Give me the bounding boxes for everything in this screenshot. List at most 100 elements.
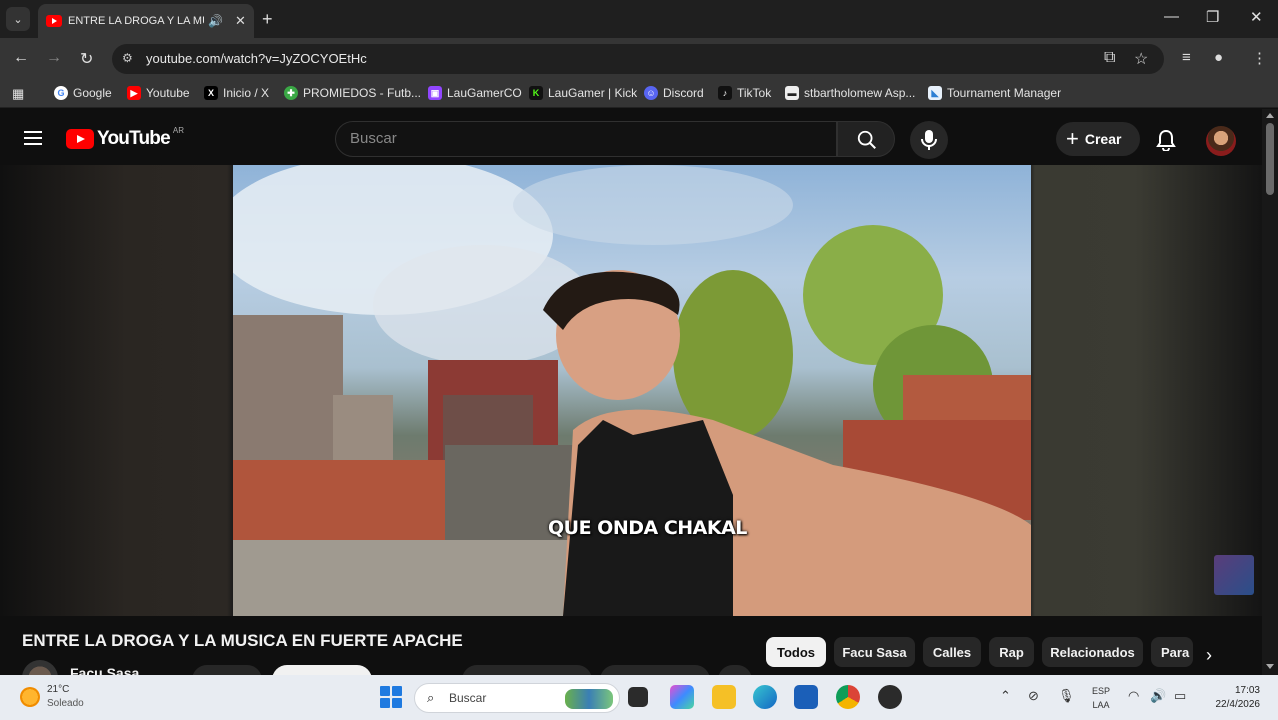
youtube-page: YouTube AR + Crear <box>0 109 1278 675</box>
battery-icon[interactable]: ▭ <box>1174 688 1186 704</box>
chip-calles[interactable]: Calles <box>923 637 981 667</box>
close-tab-icon[interactable]: ✕ <box>235 13 246 29</box>
bookmark-label: PROMIEDOS - Futb... <box>303 86 422 100</box>
chip-rap[interactable]: Rap <box>989 637 1034 667</box>
active-tab[interactable]: ENTRE LA DROGA Y LA MUSICA EN FUERTE APA… <box>38 4 254 38</box>
clock-date: 22/4/2026 <box>1215 699 1261 710</box>
like-dislike-button[interactable] <box>462 665 592 675</box>
kick-icon: K <box>529 86 543 100</box>
file-explorer-icon[interactable] <box>712 685 736 709</box>
bookmark-label: Inicio / X <box>223 86 270 100</box>
twitch-icon: ▣ <box>428 86 442 100</box>
sun-weather-icon[interactable] <box>20 687 40 707</box>
copilot-icon[interactable] <box>670 685 694 709</box>
browser-menu-icon[interactable]: ⋮ <box>1252 49 1267 67</box>
voice-search-button[interactable] <box>910 121 948 159</box>
edge-icon[interactable] <box>753 685 777 709</box>
user-avatar[interactable] <box>1206 126 1236 156</box>
audio-playing-icon[interactable]: 🔊 <box>208 14 223 28</box>
clock-time: 17:03 <box>1234 685 1260 696</box>
bookmark-star-icon[interactable]: ☆ <box>1134 49 1148 69</box>
bookmark-label: Google <box>73 86 112 100</box>
weather-temperature[interactable]: 21°C <box>47 684 69 695</box>
bookmark-label: Youtube <box>146 86 190 100</box>
share-button[interactable] <box>600 665 710 675</box>
weather-description[interactable]: Soleado <box>47 698 84 709</box>
scroll-down-icon[interactable] <box>1266 664 1274 669</box>
microphone-icon[interactable]: 🎙 <box>1058 688 1075 704</box>
youtube-logo[interactable]: YouTube AR <box>66 126 184 150</box>
task-view-icon[interactable] <box>628 687 648 707</box>
subscribe-button[interactable] <box>272 665 372 675</box>
url-text[interactable]: youtube.com/watch?v=JyZOCYOEtHc <box>146 51 367 66</box>
minimize-icon[interactable]: — <box>1164 8 1179 25</box>
microsoft-store-icon[interactable] <box>794 685 818 709</box>
scroll-up-icon[interactable] <box>1266 113 1274 118</box>
chip-para[interactable]: Para <box>1151 637 1193 667</box>
keyboard-layout: LAA <box>1092 700 1110 710</box>
tab-search-button[interactable]: ⌄ <box>6 7 30 31</box>
promiedos-icon: ✚ <box>284 86 298 100</box>
bookmark-stbartholomew[interactable]: ▬ stbartholomew Asp... <box>785 86 915 100</box>
google-icon: G <box>54 86 68 100</box>
app-icon[interactable] <box>878 685 902 709</box>
chip-relacionados[interactable]: Relacionados <box>1042 637 1143 667</box>
close-window-icon[interactable]: ✕ <box>1250 8 1263 26</box>
channel-avatar[interactable] <box>22 660 58 675</box>
language-code: ESP <box>1092 686 1111 696</box>
bookmark-promiedos[interactable]: ✚ PROMIEDOS - Futb... <box>284 86 421 100</box>
bookmark-tournament-manager[interactable]: ◣ Tournament Manager <box>928 86 1061 100</box>
wifi-icon[interactable]: ◠ <box>1128 688 1139 704</box>
chip-todos[interactable]: Todos <box>766 637 826 667</box>
bookmark-label: LauGamer | Kick <box>548 86 638 100</box>
site-info-icon[interactable]: ⚙ <box>122 51 138 67</box>
search-input[interactable] <box>350 130 820 147</box>
chevron-right-icon[interactable]: › <box>1206 645 1212 666</box>
new-tab-button[interactable]: + <box>262 9 273 30</box>
page-scrollbar[interactable] <box>1262 109 1278 675</box>
tab-title: ENTRE LA DROGA Y LA MUSICA EN FUERTE APA… <box>68 15 204 27</box>
bookmark-discord[interactable]: ☺ Discord <box>644 86 704 100</box>
channel-name[interactable]: Facu Sasa <box>70 665 139 675</box>
apps-grid-icon[interactable]: ▦ <box>12 86 24 102</box>
bookmark-x[interactable]: X Inicio / X <box>204 86 269 100</box>
create-label: Crear <box>1084 131 1122 147</box>
taskbar-search-box[interactable]: ⌕ Buscar <box>414 683 620 713</box>
media-control-icon[interactable]: ≡ <box>1182 49 1191 66</box>
search-highlight-image <box>565 689 613 709</box>
join-button[interactable] <box>192 665 262 675</box>
scroll-thumb[interactable] <box>1266 123 1274 195</box>
video-frame[interactable] <box>233 165 1031 616</box>
bookmark-youtube[interactable]: ▶ Youtube <box>127 86 190 100</box>
volume-icon[interactable]: 🔊 <box>1150 688 1166 704</box>
bookmark-label: Tournament Manager <box>947 86 1062 100</box>
restore-icon[interactable]: ❐ <box>1206 8 1219 26</box>
profile-icon[interactable]: ● <box>1214 49 1223 66</box>
search-box[interactable] <box>335 121 837 157</box>
chevron-up-icon[interactable]: ⌃ <box>1000 688 1011 704</box>
notifications-bell-icon[interactable] <box>1156 129 1176 151</box>
bookmark-kick[interactable]: K LauGamer | Kick <box>529 86 637 100</box>
network-off-icon[interactable]: ⊘ <box>1028 688 1039 704</box>
hamburger-menu-icon[interactable] <box>24 131 42 145</box>
youtube-icon: ▶ <box>127 86 141 100</box>
input-language[interactable]: ESP LAA <box>1092 684 1110 712</box>
channel-watermark[interactable] <box>1214 555 1254 595</box>
search-button[interactable] <box>837 121 895 157</box>
more-actions-button[interactable] <box>718 665 752 675</box>
chip-facu-sasa[interactable]: Facu Sasa <box>834 637 915 667</box>
bookmark-tiktok[interactable]: ♪ TikTok <box>718 86 771 100</box>
system-clock[interactable]: 17:03 22/4/2026 <box>1200 684 1261 712</box>
reload-icon[interactable]: ↻ <box>80 49 93 69</box>
windows-start-icon[interactable] <box>380 686 402 708</box>
bookmark-twitch[interactable]: ▣ LauGamerCO <box>428 86 522 100</box>
install-app-icon[interactable]: ⧉ <box>1104 49 1115 67</box>
create-button[interactable]: + Crear <box>1056 122 1140 156</box>
bookmark-google[interactable]: G Google <box>54 86 112 100</box>
site-icon: ▬ <box>785 86 799 100</box>
address-bar[interactable]: ⚙ youtube.com/watch?v=JyZOCYOEtHc ⧉ ☆ <box>112 44 1164 74</box>
back-arrow-icon[interactable]: ← <box>13 49 29 67</box>
tiktok-icon: ♪ <box>718 86 732 100</box>
chrome-icon[interactable] <box>836 685 860 709</box>
forward-arrow-icon[interactable]: → <box>46 49 62 67</box>
